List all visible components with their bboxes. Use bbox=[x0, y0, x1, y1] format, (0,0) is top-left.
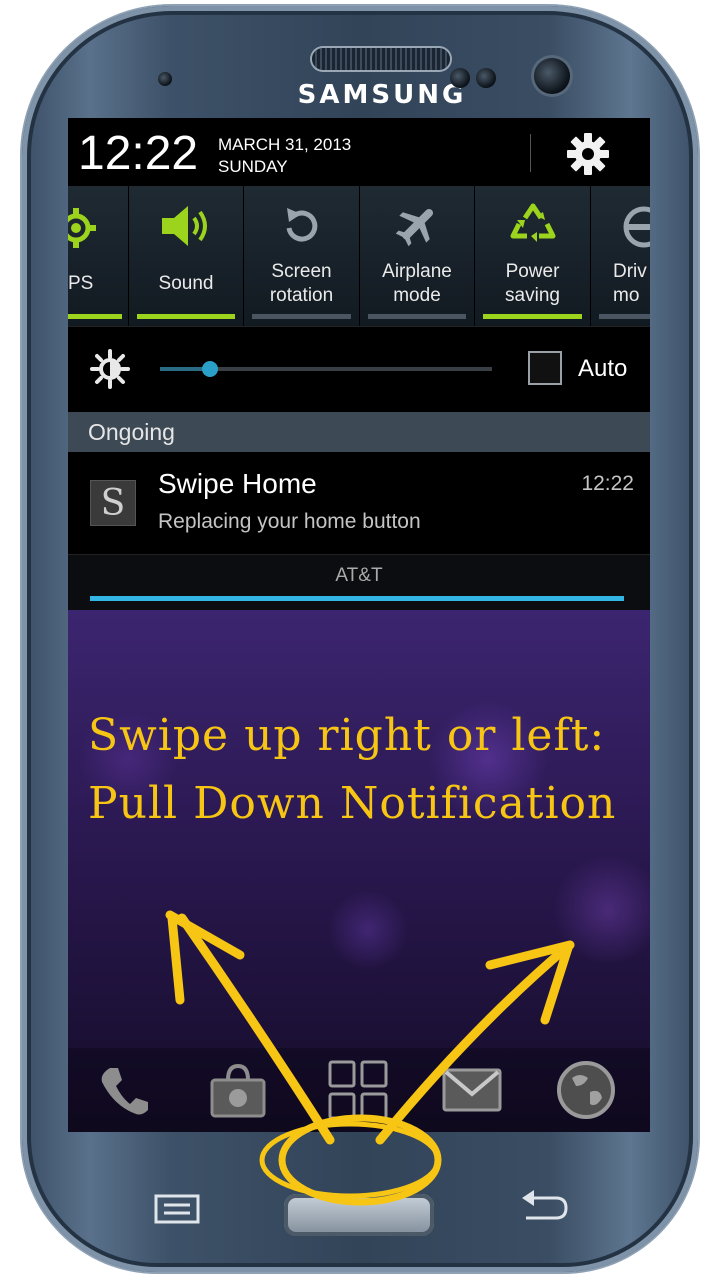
driving-mode-icon bbox=[623, 206, 650, 248]
brightness-sun-icon bbox=[90, 349, 130, 389]
brightness-slider-thumb[interactable] bbox=[201, 361, 218, 377]
recycle-icon bbox=[510, 203, 556, 242]
date: MARCH 31, 2013 SUNDAY bbox=[218, 134, 351, 178]
quick-tile-driving-mode[interactable]: Driv mo bbox=[591, 186, 650, 326]
drag-handle-line[interactable] bbox=[90, 596, 624, 601]
instruction-line-1: Swipe up right or left: bbox=[88, 710, 606, 761]
notification-header: 12:22 MARCH 31, 2013 SUNDAY bbox=[68, 118, 650, 186]
quick-tile-screen-rotation[interactable]: Screen rotation bbox=[244, 186, 359, 326]
quick-tile-airplane-mode[interactable]: Airplane mode bbox=[360, 186, 474, 326]
notification-time: 12:22 bbox=[581, 472, 634, 495]
menu-key-icon[interactable] bbox=[150, 1192, 204, 1226]
sound-icon bbox=[162, 206, 207, 246]
auto-brightness-label: Auto bbox=[578, 355, 628, 382]
quick-tile-label: Screen rotation bbox=[269, 261, 334, 306]
quick-tile-label: Driv mo bbox=[613, 261, 647, 306]
screen: 12:22 MARCH 31, 2013 SUNDAY PS Sound Scr… bbox=[68, 118, 650, 1132]
home-dock bbox=[68, 1048, 650, 1132]
date-line: MARCH 31, 2013 bbox=[218, 135, 352, 154]
phone-icon[interactable] bbox=[92, 1058, 156, 1122]
day-line: SUNDAY bbox=[218, 157, 288, 176]
quick-settings-row: PS Sound Screen rotation Airplane mode P… bbox=[68, 186, 650, 326]
tile-state-bar bbox=[368, 314, 466, 319]
brightness-slider[interactable] bbox=[160, 361, 492, 377]
tile-state-bar bbox=[483, 314, 582, 319]
notification-swipe-home[interactable]: S Swipe Home Replacing your home button … bbox=[68, 452, 650, 554]
home-button[interactable] bbox=[284, 1194, 434, 1236]
quick-tile-label: Airplane mode bbox=[382, 261, 452, 306]
light-sensor bbox=[476, 68, 496, 88]
home-wallpaper: Swipe up right or left: Pull Down Notifi… bbox=[68, 610, 650, 1132]
tile-state-bar bbox=[68, 314, 122, 319]
quick-tile-sound[interactable]: Sound bbox=[129, 186, 243, 326]
tile-state-bar bbox=[599, 314, 650, 319]
quick-tile-gps[interactable]: PS bbox=[68, 186, 128, 326]
notification-title: Swipe Home bbox=[158, 468, 317, 499]
quick-tile-label: Sound bbox=[158, 273, 214, 294]
apps-grid-icon[interactable] bbox=[326, 1058, 390, 1122]
email-icon[interactable] bbox=[440, 1058, 504, 1122]
carrier-label: AT&T bbox=[335, 565, 383, 586]
back-key-icon[interactable] bbox=[516, 1186, 572, 1226]
front-camera bbox=[534, 58, 570, 94]
gps-icon bbox=[68, 208, 96, 248]
airplane-icon bbox=[395, 208, 434, 247]
notification-led bbox=[158, 72, 172, 86]
play-store-icon[interactable] bbox=[206, 1058, 270, 1122]
carrier-row: AT&T bbox=[68, 554, 650, 611]
internet-globe-icon[interactable] bbox=[554, 1058, 618, 1122]
notification-subtitle: Replacing your home button bbox=[158, 510, 421, 533]
tile-state-bar bbox=[137, 314, 235, 319]
ongoing-section-header: Ongoing bbox=[68, 412, 650, 452]
earpiece-speaker bbox=[312, 48, 450, 70]
instruction-line-2: Pull Down Notification bbox=[88, 778, 617, 829]
auto-brightness-checkbox[interactable] bbox=[528, 351, 562, 385]
brand-logo: SAMSUNG bbox=[297, 80, 467, 110]
clock: 12:22 bbox=[78, 127, 199, 180]
rotation-icon bbox=[286, 208, 318, 242]
tile-state-bar bbox=[252, 314, 351, 319]
settings-gear-icon[interactable] bbox=[566, 132, 610, 176]
quick-tile-label: PS bbox=[68, 273, 94, 294]
quick-tile-label: Power saving bbox=[505, 261, 560, 306]
proximity-sensor bbox=[450, 68, 470, 88]
swipe-home-app-icon: S bbox=[90, 480, 136, 526]
brightness-row: Auto bbox=[68, 326, 650, 413]
quick-tile-power-saving[interactable]: Power saving bbox=[475, 186, 590, 326]
divider bbox=[530, 134, 531, 172]
